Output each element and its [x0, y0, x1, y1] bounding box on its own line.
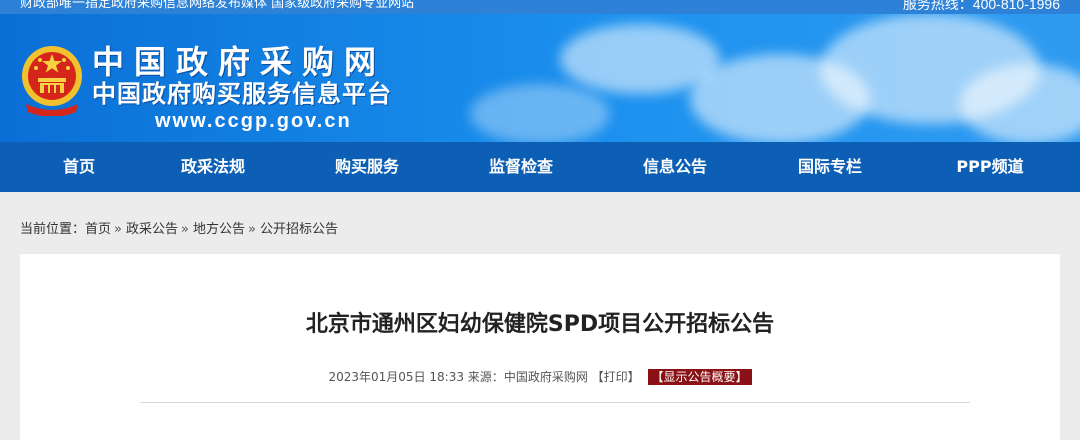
source-value: 中国政府采购网 [503, 370, 588, 384]
show-summary-button[interactable]: 【显示公告概要】 [647, 369, 752, 385]
national-emblem-icon [22, 46, 82, 116]
nav-ppp[interactable]: PPP频道 [930, 142, 1050, 192]
breadcrumb-local[interactable]: 地方公告 [193, 222, 245, 237]
site-subtitle: 中国政府购买服务信息平台 [92, 80, 392, 108]
divider [140, 402, 970, 403]
article-title: 北京市通州区妇幼保健院SPD项目公开招标公告 [305, 312, 775, 337]
site-url: www.ccgp.gov.cn [155, 110, 352, 132]
article-meta: 2023年01月05日 18:33 来源：中国政府采购网 【打印】 【显示公告概… [20, 368, 1060, 386]
source-label: 来源： [467, 370, 504, 384]
site-slogan: 财政部唯一指定政府采购信息网络发布媒体 国家级政府采购专业网站 [20, 0, 415, 11]
breadcrumb-separator: » [181, 222, 189, 237]
breadcrumb-procurement[interactable]: 政采公告 [126, 222, 178, 237]
article-panel: 北京市通州区妇幼保健院SPD项目公开招标公告 2023年01月05日 18:33… [20, 254, 1060, 440]
service-hotline: 服务热线：400-810-1996 [902, 0, 1060, 12]
nav-home[interactable]: 首页 [30, 142, 128, 192]
breadcrumb: 当前位置：首页» 政采公告» 地方公告» 公开招标公告 [20, 220, 338, 240]
nav-announcements[interactable]: 信息公告 [620, 142, 730, 192]
top-info-bar: 财政部唯一指定政府采购信息网络发布媒体 国家级政府采购专业网站 服务热线：400… [0, 0, 1080, 14]
nav-international[interactable]: 国际专栏 [775, 142, 885, 192]
publish-datetime: 2023年01月05日 18:33 [328, 370, 464, 384]
nav-purchase-services[interactable]: 购买服务 [312, 142, 422, 192]
header-banner: 中国政府采购网 中国政府购买服务信息平台 www.ccgp.gov.cn [0, 14, 1080, 142]
nav-regulations[interactable]: 政采法规 [158, 142, 268, 192]
site-name: 中国政府采购网 [92, 43, 387, 81]
breadcrumb-separator: » [114, 222, 122, 237]
nav-supervision[interactable]: 监督检查 [466, 142, 576, 192]
print-link[interactable]: 【打印】 [592, 370, 640, 384]
main-nav: 首页 政采法规 购买服务 监督检查 信息公告 国际专栏 PPP频道 [0, 142, 1080, 192]
breadcrumb-home[interactable]: 首页 [85, 222, 111, 237]
breadcrumb-separator: » [248, 222, 256, 237]
breadcrumb-current[interactable]: 公开招标公告 [260, 222, 338, 237]
breadcrumb-prefix: 当前位置： [20, 222, 86, 237]
